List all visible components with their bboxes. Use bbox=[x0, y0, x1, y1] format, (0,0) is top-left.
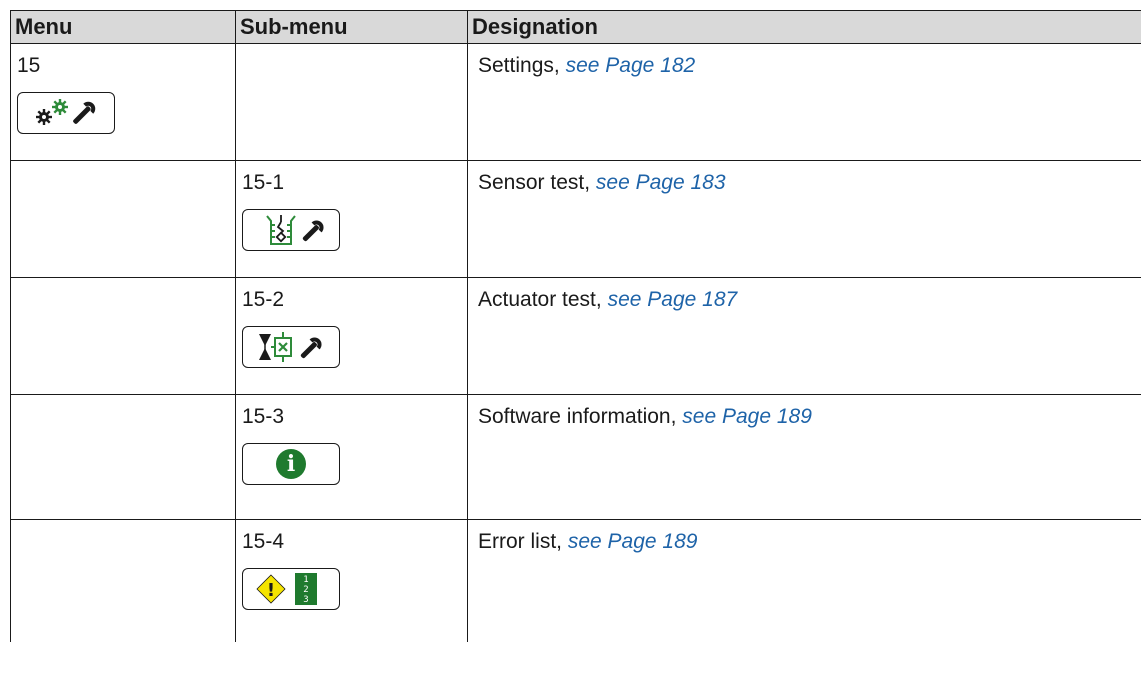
submenu-cell: 15-2 bbox=[235, 277, 468, 395]
designation-cell: Sensor test, see Page 183 bbox=[467, 160, 1141, 278]
page-link[interactable]: see Page 187 bbox=[608, 288, 738, 311]
sensor-test-icon[interactable] bbox=[242, 209, 340, 251]
designation-text: Actuator test bbox=[478, 288, 596, 311]
table-row: 15-4 ! 1 2 3 Error list, see Page 189 bbox=[10, 519, 1141, 642]
menu-cell bbox=[10, 519, 236, 642]
designation-cell: Actuator test, see Page 187 bbox=[467, 277, 1141, 395]
error-number: 2 bbox=[303, 585, 308, 595]
submenu-cell: 15-1 bbox=[235, 160, 468, 278]
header-submenu: Sub-menu bbox=[235, 10, 468, 44]
header-designation: Designation bbox=[467, 10, 1141, 44]
submenu-number: 15-4 bbox=[242, 530, 285, 553]
warning-glyph: ! bbox=[267, 580, 275, 601]
error-number: 3 bbox=[303, 595, 308, 605]
designation-text: Sensor test bbox=[478, 171, 585, 194]
menu-cell bbox=[10, 277, 236, 395]
error-number: 1 bbox=[303, 575, 308, 585]
designation-cell: Settings, see Page 182 bbox=[467, 43, 1141, 161]
table-row: 15-2 Actuator test, see Page 187 bbox=[10, 277, 1141, 395]
table-row: 15 Settings, see Page 182 bbox=[10, 43, 1141, 161]
menu-table: Menu Sub-menu Designation 15 Settings, s… bbox=[10, 10, 1141, 642]
submenu-cell bbox=[235, 43, 468, 161]
designation-text: Error list bbox=[478, 530, 557, 553]
designation-text: Software information bbox=[478, 405, 671, 428]
designation-cell: Software information, see Page 189 bbox=[467, 394, 1141, 520]
submenu-number: 15-2 bbox=[242, 288, 285, 311]
settings-wrench-icon[interactable] bbox=[17, 92, 115, 134]
menu-number: 15 bbox=[17, 54, 41, 77]
page-link[interactable]: see Page 182 bbox=[566, 54, 696, 77]
menu-cell: 15 bbox=[10, 43, 236, 161]
table-header-row: Menu Sub-menu Designation bbox=[10, 10, 1141, 44]
error-list-icon[interactable]: ! 1 2 3 bbox=[242, 568, 340, 610]
separator: , bbox=[553, 54, 566, 77]
separator: , bbox=[595, 288, 608, 311]
info-icon[interactable]: i bbox=[242, 443, 340, 485]
info-glyph: i bbox=[287, 451, 295, 477]
page-link[interactable]: see Page 189 bbox=[568, 530, 698, 553]
menu-cell bbox=[10, 160, 236, 278]
submenu-cell: 15-4 ! 1 2 3 bbox=[235, 519, 468, 642]
submenu-cell: 15-3 i bbox=[235, 394, 468, 520]
table-row: 15-1 Sensor test, see Page 183 bbox=[10, 160, 1141, 278]
submenu-number: 15-3 bbox=[242, 405, 285, 428]
designation-cell: Error list, see Page 189 bbox=[467, 519, 1141, 642]
separator: , bbox=[670, 405, 683, 428]
page-link[interactable]: see Page 183 bbox=[596, 171, 726, 194]
designation-text: Settings bbox=[478, 54, 554, 77]
header-menu: Menu bbox=[10, 10, 236, 44]
page-link[interactable]: see Page 189 bbox=[682, 405, 812, 428]
table-row: 15-3 i Software information, see Page 18… bbox=[10, 394, 1141, 520]
actuator-test-icon[interactable] bbox=[242, 326, 340, 368]
submenu-number: 15-1 bbox=[242, 171, 285, 194]
menu-cell bbox=[10, 394, 236, 520]
separator: , bbox=[584, 171, 596, 194]
separator: , bbox=[556, 530, 568, 553]
